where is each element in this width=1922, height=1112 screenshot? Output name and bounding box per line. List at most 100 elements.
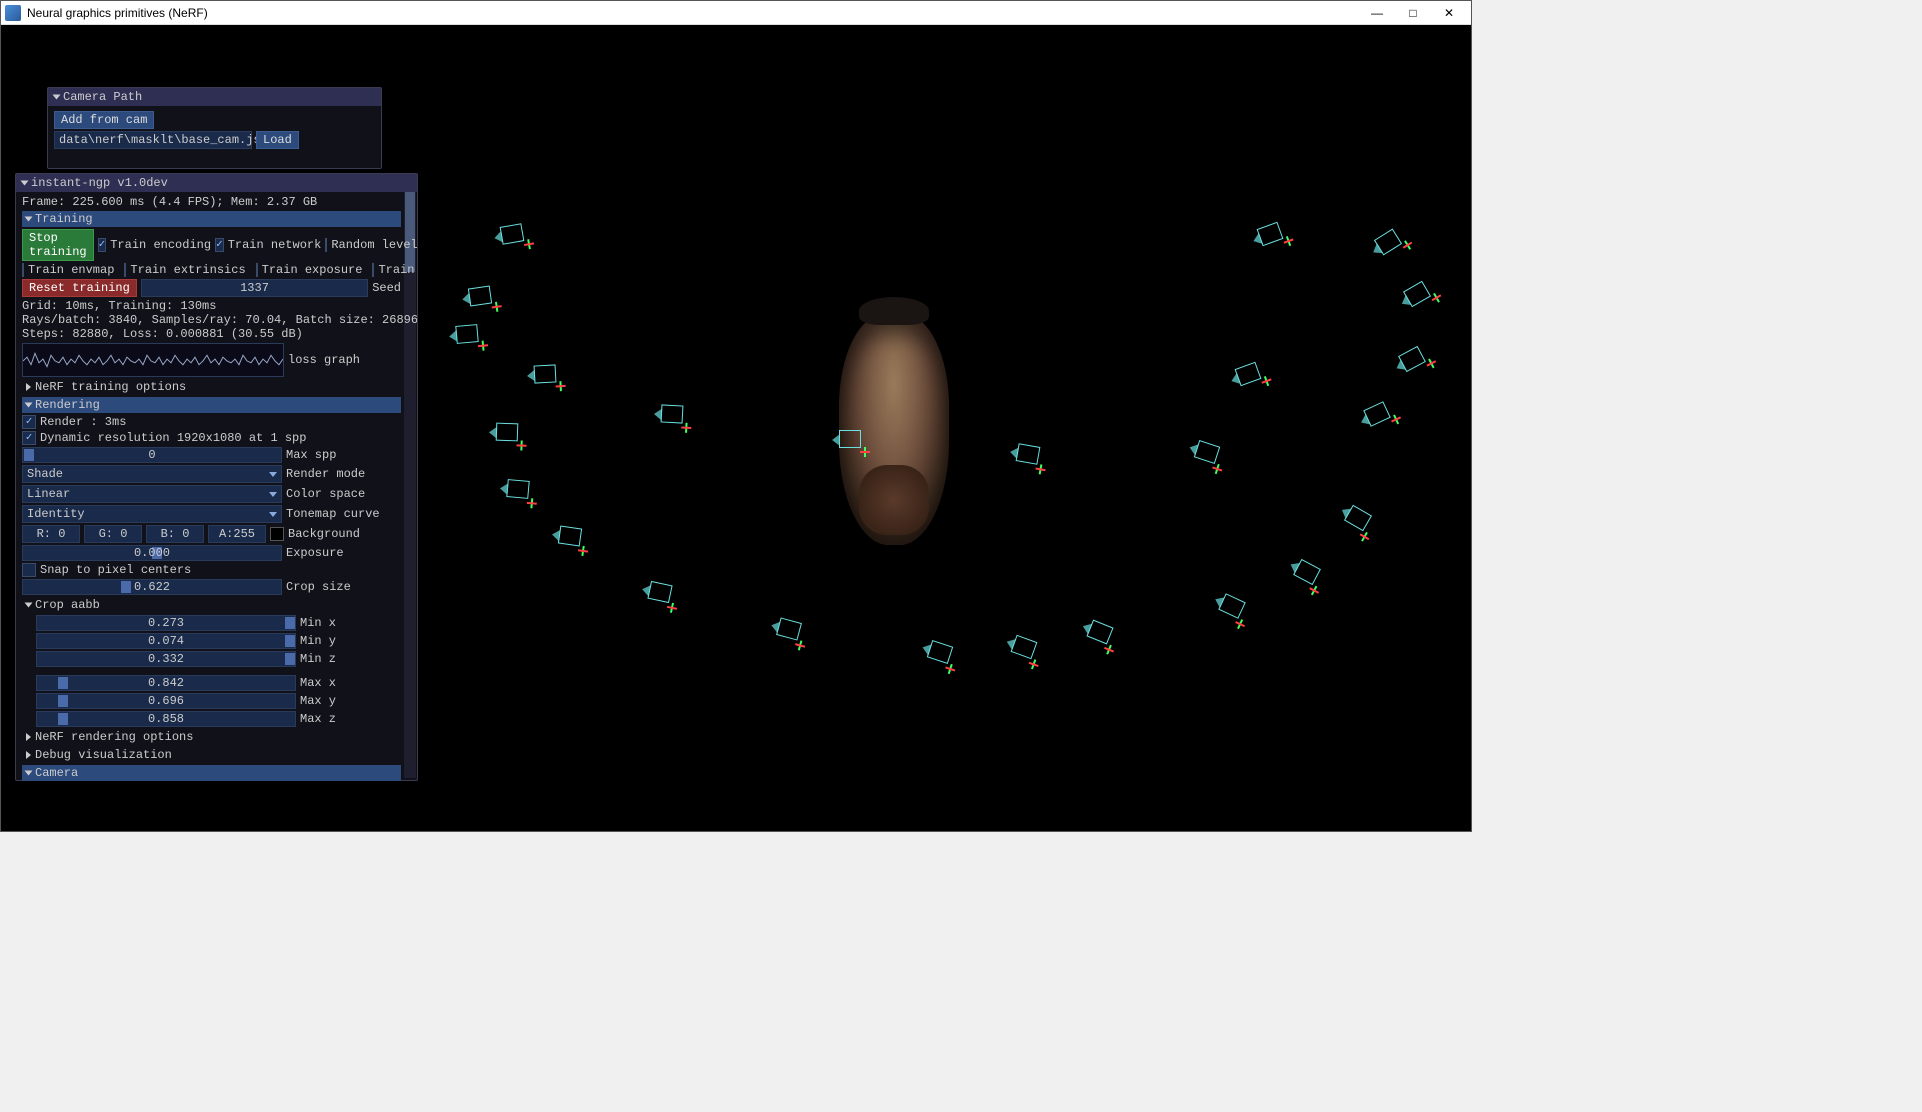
camera-frustum — [1218, 593, 1246, 619]
camera-frustum — [1293, 559, 1321, 585]
seed-label: Seed — [372, 281, 401, 295]
panel-title-text: Camera Path — [63, 90, 142, 104]
train-extrinsics-checkbox[interactable] — [124, 263, 126, 277]
titlebar: Neural graphics primitives (NeRF) — □ ✕ — [1, 1, 1471, 25]
training-header[interactable]: Training — [22, 211, 401, 227]
maxz-slider[interactable]: 0.858 — [36, 711, 296, 727]
camera-path-title[interactable]: Camera Path — [48, 88, 381, 106]
add-from-cam-button[interactable]: Add from cam — [54, 111, 154, 129]
snap-pixel-centers-label: Snap to pixel centers — [40, 563, 191, 577]
stop-training-button[interactable]: Stop training — [22, 229, 94, 261]
bg-a-input[interactable]: A:255 — [208, 525, 266, 543]
camera-frustum — [455, 324, 478, 344]
bg-r-input[interactable]: R: 0 — [22, 525, 80, 543]
close-button[interactable]: ✕ — [1431, 1, 1467, 25]
minx-slider[interactable]: 0.273 — [36, 615, 296, 631]
minimize-button[interactable]: — — [1359, 1, 1395, 25]
app-icon — [5, 5, 21, 21]
rendering-header[interactable]: Rendering — [22, 397, 401, 413]
chevron-icon — [26, 383, 31, 391]
train-exposure-label: Train exposure — [262, 263, 363, 277]
background-label: Background — [288, 527, 360, 541]
render-mode-combo[interactable]: Shade — [22, 465, 282, 483]
snap-pixel-centers-checkbox[interactable] — [22, 563, 36, 577]
color-space-combo[interactable]: Linear — [22, 485, 282, 503]
camera-frustum — [1257, 222, 1284, 246]
camera-frustum — [776, 617, 802, 640]
train-envmap-label: Train envmap — [28, 263, 114, 277]
train-exposure-checkbox[interactable] — [256, 263, 258, 277]
camera-frustum — [1398, 346, 1426, 372]
panel-title-text: instant-ngp v1.0dev — [31, 176, 168, 190]
camera-frustum — [1194, 440, 1220, 464]
tonemap-combo[interactable]: Identity — [22, 505, 282, 523]
maximize-button[interactable]: □ — [1395, 1, 1431, 25]
camera-frustum — [1363, 401, 1391, 427]
chevron-icon — [25, 217, 33, 222]
training-stats-2: Rays/batch: 3840, Samples/ray: 70.04, Ba… — [22, 313, 401, 327]
loss-graph — [22, 343, 284, 377]
chevron-down-icon — [269, 512, 277, 517]
training-stats-1: Grid: 10ms, Training: 130ms — [22, 299, 401, 313]
camera-frustum — [1016, 443, 1041, 465]
bg-g-input[interactable]: G: 0 — [84, 525, 142, 543]
camera-frustum — [661, 404, 684, 423]
camera-frustum — [647, 581, 672, 603]
maxy-slider[interactable]: 0.696 — [36, 693, 296, 709]
loss-graph-label: loss graph — [288, 353, 360, 367]
exposure-label: Exposure — [286, 546, 344, 560]
training-stats-3: Steps: 82880, Loss: 0.000881 (30.55 dB) — [22, 327, 401, 341]
random-levels-checkbox[interactable] — [325, 238, 327, 252]
render-mode-label: Render mode — [286, 467, 365, 481]
chevron-icon — [26, 751, 31, 759]
camera-frustum — [1374, 229, 1402, 256]
chevron-icon — [25, 403, 33, 408]
background-color-swatch[interactable] — [270, 527, 284, 541]
train-encoding-checkbox[interactable] — [98, 238, 107, 252]
nerf-training-options-header[interactable]: NeRF training options — [22, 379, 401, 395]
train-envmap-checkbox[interactable] — [22, 263, 24, 277]
crop-aabb-header[interactable]: Crop aabb — [22, 597, 401, 613]
debug-visualization-header[interactable]: Debug visualization — [22, 747, 401, 763]
color-space-label: Color space — [286, 487, 365, 501]
seed-input[interactable]: 1337 — [141, 279, 368, 297]
bg-b-input[interactable]: B: 0 — [146, 525, 204, 543]
miny-slider[interactable]: 0.074 — [36, 633, 296, 649]
crop-size-slider[interactable]: 0.622 — [22, 579, 282, 595]
train-distortion-label: Train distortic — [378, 263, 417, 277]
crop-size-label: Crop size — [286, 580, 351, 594]
dynamic-resolution-checkbox[interactable] — [22, 431, 36, 445]
camera-path-input[interactable]: data\nerf\masklt\base_cam.json — [54, 131, 252, 149]
instant-ngp-title[interactable]: instant-ngp v1.0dev — [16, 174, 417, 192]
train-distortion-checkbox[interactable] — [372, 263, 374, 277]
window-title: Neural graphics primitives (NeRF) — [27, 6, 1359, 20]
camera-frustum — [506, 479, 529, 499]
tonemap-label: Tonemap curve — [286, 507, 380, 521]
random-levels-label: Random levels — [331, 238, 417, 252]
reset-training-button[interactable]: Reset training — [22, 279, 137, 297]
camera-frustum — [534, 364, 557, 383]
train-network-checkbox[interactable] — [215, 238, 224, 252]
exposure-slider[interactable]: 0.000 — [22, 545, 282, 561]
camera-path-panel[interactable]: Camera Path Add from cam data\nerf\maskl… — [47, 87, 382, 169]
camera-header[interactable]: Camera — [22, 765, 401, 781]
load-button[interactable]: Load — [256, 131, 299, 149]
collapse-icon — [21, 181, 29, 186]
nerf-rendering-options-header[interactable]: NeRF rendering options — [22, 729, 401, 745]
viewport-3d[interactable]: Camera Path Add from cam data\nerf\maskl… — [1, 25, 1471, 831]
train-encoding-label: Train encoding — [110, 238, 211, 252]
camera-frustum — [927, 640, 953, 664]
frame-stats: Frame: 225.600 ms (4.4 FPS); Mem: 2.37 G… — [22, 195, 401, 209]
render-checkbox[interactable] — [22, 415, 36, 429]
camera-frustum — [500, 223, 525, 245]
minz-slider[interactable]: 0.332 — [36, 651, 296, 667]
maxx-slider[interactable]: 0.842 — [36, 675, 296, 691]
max-spp-slider[interactable]: 0 — [22, 447, 282, 463]
collapse-icon — [53, 95, 61, 100]
dynamic-resolution-label: Dynamic resolution 1920x1080 at 1 spp — [40, 431, 306, 445]
camera-frustum — [839, 430, 861, 448]
chevron-icon — [26, 733, 31, 741]
camera-frustum — [496, 423, 519, 442]
instant-ngp-panel[interactable]: instant-ngp v1.0dev Frame: 225.600 ms (4… — [15, 173, 418, 781]
camera-frustum — [468, 286, 492, 307]
